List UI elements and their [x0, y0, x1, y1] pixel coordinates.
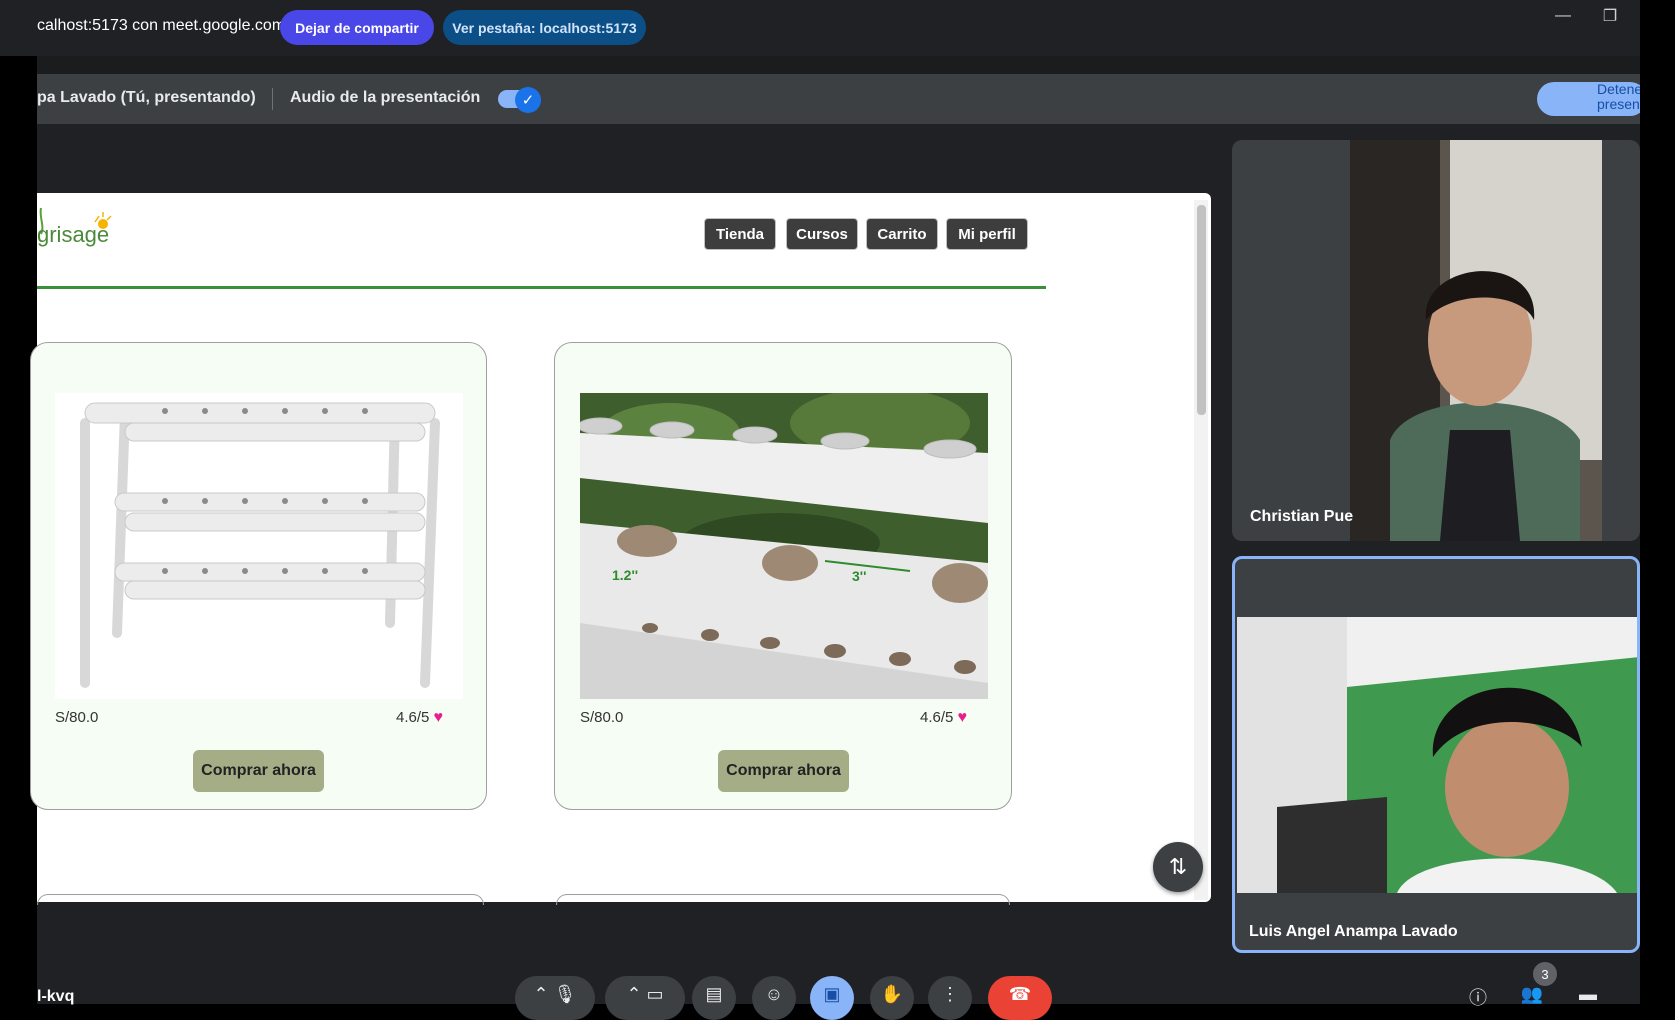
presenter-name: pa Lavado (Tú, presentando) — [37, 89, 256, 106]
microphone-icon: ⌃ 🎙 — [533, 984, 577, 1004]
nav-carrito-button[interactable]: Carrito — [866, 218, 938, 250]
product-card-partial — [37, 894, 484, 905]
microphone-button[interactable]: ⌃ 🎙 — [515, 976, 595, 1020]
product-rating: 4.6/5 ♥ — [396, 709, 443, 727]
checkmark-icon[interactable]: ✓ — [515, 87, 541, 113]
emoji-button[interactable]: ☺ — [752, 976, 796, 1020]
header-divider — [37, 286, 1046, 289]
more-vert-icon: ⋮ — [941, 984, 959, 1004]
share-status-text: calhost:5173 con meet.google.com — [37, 17, 286, 34]
people-icon: 👥 — [1520, 984, 1544, 1004]
minimize-icon[interactable]: — — [1548, 6, 1578, 26]
product-image — [55, 393, 463, 699]
svg-text:grisage: grisage — [37, 222, 109, 247]
meeting-code: l-kvq — [37, 988, 75, 1005]
product-price: S/80.0 — [580, 709, 624, 726]
stop-presenting-button[interactable]: Detener presentación — [1537, 82, 1647, 116]
captions-button[interactable]: ▤ — [692, 976, 736, 1020]
leave-call-button[interactable]: ☎ — [988, 976, 1052, 1020]
agrisage-logo: grisage — [37, 207, 117, 252]
product-image: 1.2'' 3'' — [580, 393, 988, 699]
more-options-button[interactable]: ⋮ — [928, 976, 972, 1020]
info-button[interactable]: ⓘ — [1458, 976, 1498, 1020]
rating-value: 4.6/5 — [396, 709, 430, 726]
camera-button[interactable]: ⌃ ▭ — [605, 976, 685, 1020]
people-count-badge: 3 — [1533, 962, 1557, 986]
scrollbar-thumb[interactable] — [1197, 205, 1206, 415]
captions-icon: ▤ — [705, 984, 723, 1004]
nav-cursos-button[interactable]: Cursos — [786, 218, 858, 250]
presentation-audio-label: Audio de la presentación — [290, 89, 481, 106]
divider — [272, 88, 273, 110]
chat-button[interactable]: ▬ — [1568, 976, 1608, 1020]
nav-tienda-button[interactable]: Tienda — [704, 218, 776, 250]
rating-value: 4.6/5 — [920, 709, 954, 726]
stage-top-band — [37, 56, 1640, 74]
participant-name: Luis Angel Anampa Lavado — [1249, 923, 1458, 940]
emoji-icon: ☺ — [764, 984, 784, 1004]
heart-icon[interactable]: ♥ — [434, 709, 444, 726]
buy-now-button[interactable]: Comprar ahora — [718, 750, 849, 792]
hand-icon: ✋ — [880, 984, 904, 1004]
restore-icon[interactable]: ❐ — [1595, 6, 1625, 26]
raise-hand-button[interactable]: ✋ — [870, 976, 914, 1020]
participant-name: Christian Pue — [1250, 508, 1354, 525]
participant-tile-active[interactable]: Luis Angel Anampa Lavado — [1232, 556, 1640, 953]
participant-tile[interactable]: Christian Pue — [1232, 140, 1640, 541]
product-card-partial — [556, 894, 1010, 905]
screen-edge — [1640, 0, 1675, 1004]
swap-arrows-icon: ⇅ — [1168, 854, 1188, 879]
buy-now-button[interactable]: Comprar ahora — [193, 750, 324, 792]
product-rating: 4.6/5 ♥ — [920, 709, 967, 727]
info-icon: ⓘ — [1469, 988, 1487, 1008]
participant-video — [1237, 617, 1637, 893]
presentation-bar — [37, 74, 1640, 124]
svg-text:3'': 3'' — [852, 568, 866, 584]
chat-icon: ▬ — [1579, 984, 1597, 1004]
view-tab-button[interactable]: Ver pestaña: localhost:5173 — [443, 10, 646, 45]
nav-mi-perfil-button[interactable]: Mi perfil — [946, 218, 1028, 250]
heart-icon[interactable]: ♥ — [958, 709, 968, 726]
present-screen-icon: ▣ — [823, 984, 841, 1004]
phone-hangup-icon: ☎ — [1008, 984, 1032, 1004]
stop-sharing-button[interactable]: Dejar de compartir — [280, 10, 434, 45]
present-button[interactable]: ▣ — [810, 976, 854, 1020]
camera-icon: ⌃ ▭ — [626, 984, 664, 1004]
product-price: S/80.0 — [55, 709, 99, 726]
svg-text:1.2'': 1.2'' — [612, 567, 638, 583]
participant-video — [1350, 140, 1602, 541]
scroll-to-top-button[interactable]: ⇅ — [1153, 842, 1203, 892]
